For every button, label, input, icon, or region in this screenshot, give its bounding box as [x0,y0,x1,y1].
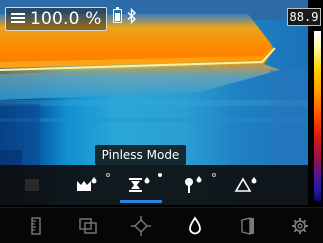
active-mode-underline [120,200,162,203]
wall-icon [241,217,254,235]
device-screen: 100.0 % 88.9 Pinless Mode [0,0,323,243]
measurement-reading-box: 100.0 % [5,7,107,31]
mode-option-material[interactable] [62,165,116,205]
crosshair-button[interactable] [113,208,167,243]
ruler-button[interactable] [8,208,62,243]
mode-option-pinless[interactable] [114,165,168,205]
pinless-mode-icon [129,177,150,192]
battery-icon [113,6,122,23]
mode-option-pin[interactable] [168,165,222,205]
disabled-mode-icon [25,179,39,191]
bluetooth-icon [127,8,137,24]
mode-selector [0,165,308,205]
mode-tooltip: Pinless Mode [95,145,186,165]
mode-indicator-dot [212,173,216,177]
wall-button[interactable] [220,208,274,243]
delta-mode-icon [234,177,257,192]
material-mode-icon [77,177,97,191]
ruler-icon [31,217,41,235]
moisture-reading: 100.0 % [30,9,102,29]
crosshair-icon [131,216,151,236]
droplet-icon [189,216,201,235]
scale-max-value: 88.9 [287,8,321,26]
pin-mode-icon [185,176,202,193]
settings-gear-icon [292,218,308,234]
layers-icon [79,218,97,234]
layers-button[interactable] [60,208,114,243]
moisture-button[interactable] [167,208,221,243]
mode-option-disabled[interactable] [10,165,64,205]
mode-option-delta[interactable] [222,165,276,205]
bottom-toolbar [0,207,323,243]
settings-button[interactable] [272,208,323,243]
mode-indicator-dot [158,173,162,177]
humidity-lines-icon [11,13,25,26]
temperature-scale-bar [314,31,321,201]
mode-indicator-dot [106,173,110,177]
